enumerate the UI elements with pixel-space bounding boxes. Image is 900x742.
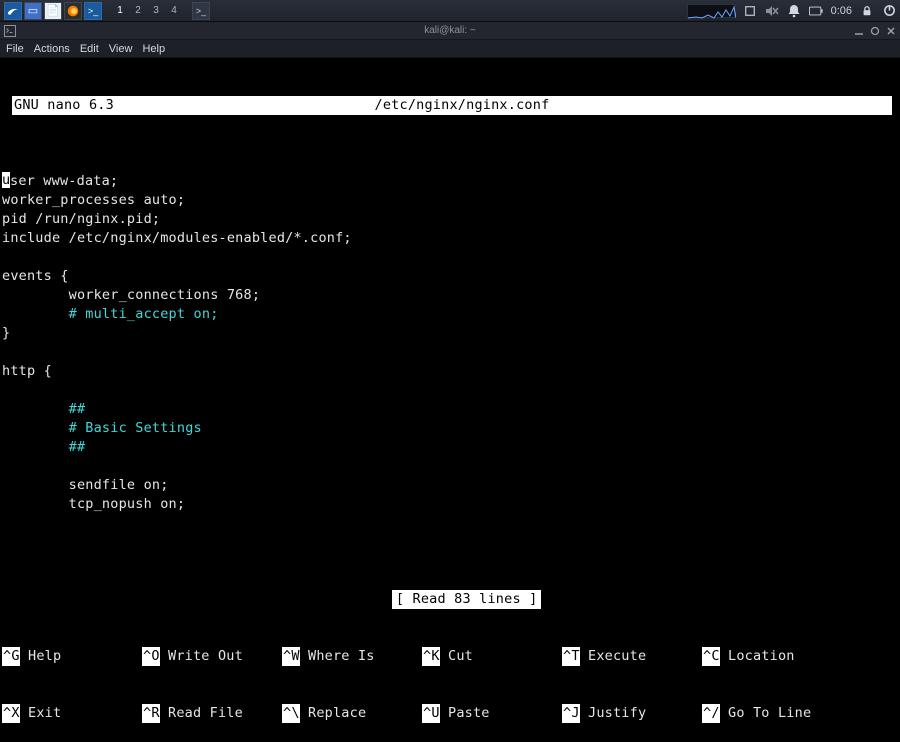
nano-shortcut: ^/ Go To Line xyxy=(702,704,811,723)
clock[interactable]: 0:06 xyxy=(831,5,852,17)
shortcut-label: Execute xyxy=(588,647,646,666)
editor-line xyxy=(2,248,900,267)
terminal-app-icon xyxy=(4,25,16,37)
shortcut-key: ^C xyxy=(702,647,720,666)
taskbar-item-folder[interactable]: 📄 xyxy=(44,2,62,20)
notifications-icon[interactable] xyxy=(787,4,801,18)
nano-editor-area[interactable]: user www-data;worker_processes auto;pid … xyxy=(0,172,900,514)
window-maximize-button[interactable] xyxy=(870,26,880,36)
editor-line: # multi_accept on; xyxy=(2,305,900,324)
taskbar-item-terminal[interactable]: >_ xyxy=(84,2,102,20)
menu-actions[interactable]: Actions xyxy=(34,43,70,55)
editor-line: user www-data; xyxy=(2,172,900,191)
editor-line: tcp_nopush on; xyxy=(2,495,900,514)
shortcut-label: Justify xyxy=(588,704,646,723)
nano-app-name: GNU nano 6.3 xyxy=(14,96,114,115)
window-titlebar[interactable]: kali@kali: ~ xyxy=(0,22,900,40)
nano-shortcut: ^K Cut xyxy=(422,647,562,666)
shortcut-key: ^W xyxy=(282,647,300,666)
editor-line: worker_processes auto; xyxy=(2,191,900,210)
shortcut-key: ^U xyxy=(422,704,440,723)
shortcut-label: Help xyxy=(28,647,61,666)
editor-line xyxy=(2,381,900,400)
volume-muted-icon[interactable] xyxy=(765,4,779,18)
taskbar-item-terminal2[interactable]: >_ xyxy=(192,2,210,20)
editor-line: include /etc/nginx/modules-enabled/*.con… xyxy=(2,229,900,248)
system-panel: ▭ 📄 >_ 1 2 3 4 >_ 0:06 xyxy=(0,0,900,22)
nano-shortcut: ^T Execute xyxy=(562,647,702,666)
shortcut-key: ^\ xyxy=(282,704,300,723)
editor-line: # Basic Settings xyxy=(2,419,900,438)
nano-shortcut: ^J Justify xyxy=(562,704,702,723)
cpu-graph xyxy=(687,4,735,18)
editor-line: sendfile on; xyxy=(2,476,900,495)
nano-filename: /etc/nginx/nginx.conf xyxy=(114,96,810,115)
menu-edit[interactable]: Edit xyxy=(80,43,99,55)
workspace-4[interactable]: 4 xyxy=(167,3,181,19)
shortcut-label: Cut xyxy=(448,647,473,666)
terminal-viewport[interactable]: GNU nano 6.3 /etc/nginx/nginx.conf user … xyxy=(0,58,900,506)
nano-shortcut: ^R Read File xyxy=(142,704,282,723)
nano-titlebar: GNU nano 6.3 /etc/nginx/nginx.conf xyxy=(12,96,892,115)
nano-status-message: [ Read 83 lines ] xyxy=(392,590,542,609)
terminal-menubar: File Actions Edit View Help xyxy=(0,40,900,58)
window-title: kali@kali: ~ xyxy=(424,25,476,36)
panel-left: ▭ 📄 >_ 1 2 3 4 >_ xyxy=(4,2,210,20)
editor-line xyxy=(2,457,900,476)
lock-icon[interactable] xyxy=(860,4,874,18)
shortcut-label: Where Is xyxy=(308,647,375,666)
shortcut-key: ^G xyxy=(2,647,20,666)
power-icon[interactable] xyxy=(882,4,896,18)
shortcut-label: Write Out xyxy=(168,647,243,666)
shortcut-key: ^J xyxy=(562,704,580,723)
shortcut-key: ^X xyxy=(2,704,20,723)
shortcut-key: ^O xyxy=(142,647,160,666)
shortcut-label: Read File xyxy=(168,704,243,723)
app-launcher-kali[interactable] xyxy=(4,2,22,20)
editor-line: events { xyxy=(2,267,900,286)
nano-shortcuts-row2: ^X Exit ^R Read File ^\ Replace ^U Paste ^J Justi… xyxy=(0,704,900,723)
panel-right: 0:06 xyxy=(687,4,896,18)
shortcut-label: Replace xyxy=(308,704,366,723)
tray-square-icon[interactable] xyxy=(743,4,757,18)
nano-shortcut: ^U Paste xyxy=(422,704,562,723)
shortcut-label: Paste xyxy=(448,704,490,723)
nano-shortcut: ^X Exit xyxy=(2,704,142,723)
shortcut-key: ^/ xyxy=(702,704,720,723)
editor-line: ## xyxy=(2,438,900,457)
nano-shortcut: ^O Write Out xyxy=(142,647,282,666)
shortcut-key: ^T xyxy=(562,647,580,666)
nano-shortcut: ^\ Replace xyxy=(282,704,422,723)
editor-line: http { xyxy=(2,362,900,381)
menu-file[interactable]: File xyxy=(6,43,24,55)
editor-line: pid /run/nginx.pid; xyxy=(2,210,900,229)
editor-line: worker_connections 768; xyxy=(2,286,900,305)
window-close-button[interactable] xyxy=(886,26,896,36)
nano-shortcut: ^G Help xyxy=(2,647,142,666)
shortcut-label: Exit xyxy=(28,704,61,723)
editor-line: ## xyxy=(2,400,900,419)
workspace-3[interactable]: 3 xyxy=(149,3,163,19)
nano-shortcut: ^W Where Is xyxy=(282,647,422,666)
battery-icon[interactable] xyxy=(809,4,823,18)
cursor: u xyxy=(2,172,10,188)
editor-line: } xyxy=(2,324,900,343)
nano-shortcut: ^C Location xyxy=(702,647,795,666)
workspace-2[interactable]: 2 xyxy=(131,3,145,19)
shortcut-key: ^R xyxy=(142,704,160,723)
menu-help[interactable]: Help xyxy=(142,43,165,55)
editor-line xyxy=(2,343,900,362)
taskbar-item-firefox[interactable] xyxy=(64,2,82,20)
taskbar-item-files[interactable]: ▭ xyxy=(24,2,42,20)
nano-shortcuts-row1: ^G Help ^O Write Out ^W Where Is ^K Cut ^T Execut… xyxy=(0,647,900,666)
workspace-1[interactable]: 1 xyxy=(113,3,127,19)
menu-view[interactable]: View xyxy=(109,43,133,55)
shortcut-label: Location xyxy=(728,647,795,666)
window-minimize-button[interactable] xyxy=(854,26,864,36)
shortcut-label: Go To Line xyxy=(728,704,811,723)
nano-status-line: [ Read 83 lines ] xyxy=(0,571,900,590)
shortcut-key: ^K xyxy=(422,647,440,666)
